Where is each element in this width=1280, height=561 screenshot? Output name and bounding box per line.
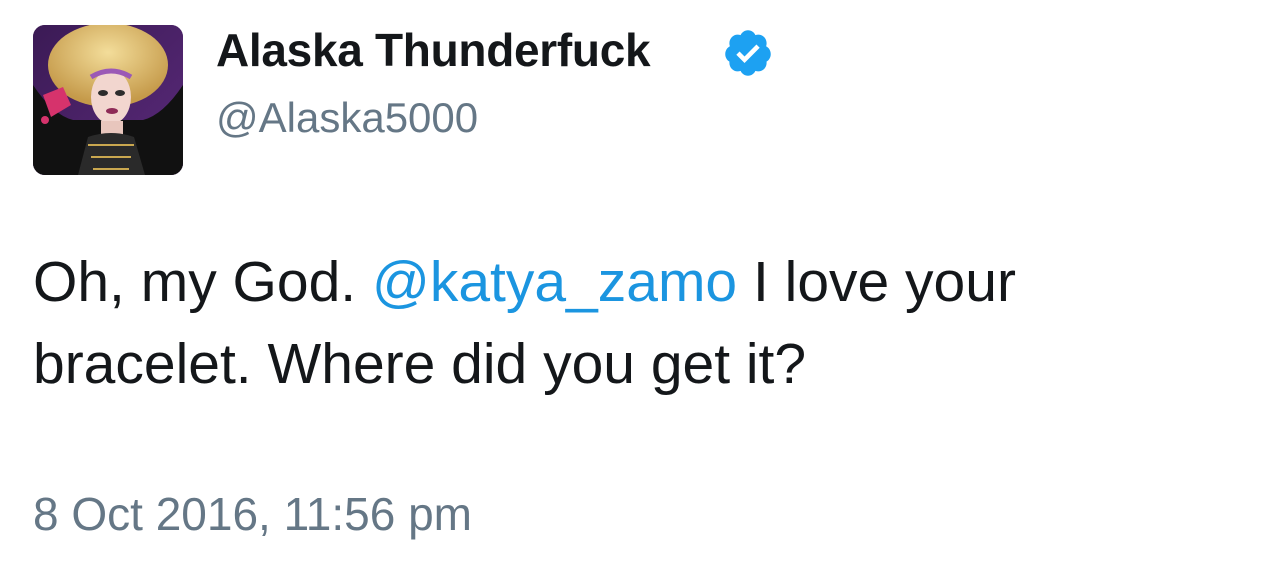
author-handle[interactable]: @Alaska5000: [216, 92, 478, 144]
tweet-text-segment: I love your: [737, 250, 1016, 314]
tweet-text-segment: Oh, my God.: [33, 250, 372, 314]
tweet-timestamp[interactable]: 8 Oct 2016, 11:56 pm: [33, 486, 472, 542]
mention-link[interactable]: @katya_zamo: [372, 250, 737, 314]
tweet-card: Alaska Thunderfuck @Alaska5000 Oh, my Go…: [0, 0, 1280, 561]
author-display-name[interactable]: Alaska Thunderfuck: [216, 22, 651, 78]
tweet-text-segment: bracelet. Where did you get it?: [33, 332, 807, 396]
avatar[interactable]: [33, 25, 183, 175]
avatar-image: [33, 25, 183, 175]
tweet-text: Oh, my God. @katya_zamo I love your brac…: [33, 241, 1253, 405]
verified-badge-icon: [725, 30, 771, 76]
